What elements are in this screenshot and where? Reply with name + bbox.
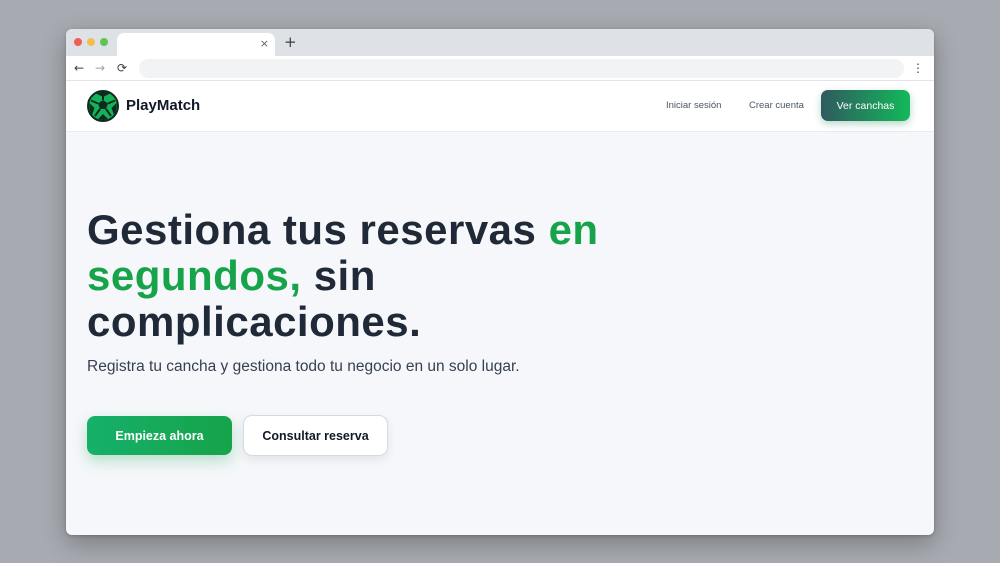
maximize-window-button[interactable] [100, 38, 108, 46]
browser-window: × + ← → ⟳ ⋮ PlayMatch Iniciar sesión Cre… [66, 29, 934, 535]
hero-title: Gestiona tus reservas en segundos, sin c… [87, 207, 647, 345]
site-header: PlayMatch Iniciar sesión Crear cuenta Ve… [66, 81, 934, 132]
minimize-window-button[interactable] [87, 38, 95, 46]
hero-title-part1: Gestiona tus reservas [87, 206, 549, 253]
start-now-button[interactable]: Empieza ahora [87, 416, 232, 455]
tab-strip: × + [66, 29, 934, 56]
address-bar[interactable] [139, 59, 904, 78]
check-reservation-button[interactable]: Consultar reserva [243, 415, 388, 456]
new-tab-icon[interactable]: + [284, 33, 297, 51]
signup-link[interactable]: Crear cuenta [749, 99, 804, 113]
view-courts-button[interactable]: Ver canchas [821, 90, 910, 121]
browser-tab[interactable]: × [117, 33, 275, 56]
back-arrow-icon[interactable]: ← [74, 60, 84, 76]
brand-name[interactable]: PlayMatch [126, 96, 200, 116]
browser-toolbar: ← → ⟳ ⋮ [66, 56, 934, 81]
hero-subtitle: Registra tu cancha y gestiona todo tu ne… [87, 358, 520, 375]
reload-icon[interactable]: ⟳ [117, 60, 127, 76]
close-window-button[interactable] [74, 38, 82, 46]
close-tab-icon[interactable]: × [260, 36, 269, 52]
browser-menu-icon[interactable]: ⋮ [912, 60, 924, 76]
login-link[interactable]: Iniciar sesión [666, 99, 721, 113]
soccer-ball-icon[interactable] [87, 90, 119, 122]
forward-arrow-icon[interactable]: → [95, 60, 105, 76]
